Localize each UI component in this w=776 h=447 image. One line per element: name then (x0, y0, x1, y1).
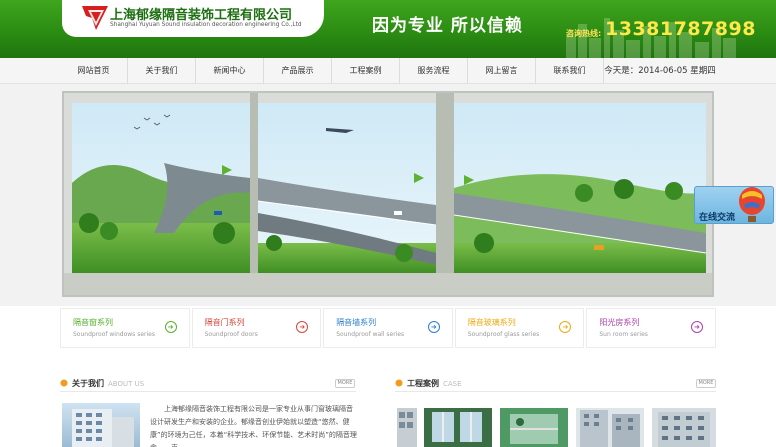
cases-section-title: 工程案例 CASE (395, 378, 462, 389)
nav-item-service[interactable]: 服务流程 (400, 58, 468, 84)
nav-item-message[interactable]: 网上留言 (468, 58, 536, 84)
company-name-en: Shanghai Yuyuan Sound insulation decorat… (110, 22, 302, 28)
product-card-doors[interactable]: 隔音门系列 Soundproof doors ➜ (191, 308, 322, 348)
case-thumbnail[interactable] (424, 408, 492, 447)
case-image-apartments (576, 408, 644, 447)
cases-title: 工程案例 (407, 379, 439, 388)
slogan: 因为专业 所以信赖 (372, 16, 523, 36)
cases-title-en: CASE (443, 380, 462, 388)
case-image-balcony (500, 408, 568, 447)
product-card-wall[interactable]: 隔音墙系列 Soundproof wall series ➜ (323, 308, 453, 348)
hotline-number: 13381787898 (605, 18, 756, 40)
product-subtitle: Soundproof glass series (467, 331, 540, 338)
company-name-cn: 上海郁缘隔音装饰工程有限公司 (110, 8, 293, 23)
main-nav: 网站首页 关于我们 新闻中心 产品展示 工程案例 服务流程 网上留言 联系我们 … (0, 58, 776, 84)
product-title: 隔音墙系列 (336, 318, 377, 327)
online-chat-label: 在线交流 (699, 213, 736, 223)
case-thumbnail[interactable] (397, 408, 417, 447)
product-card-windows[interactable]: 隔音窗系列 Soundproof windows series ➜ (60, 308, 190, 348)
arrow-right-icon[interactable]: ➜ (690, 321, 703, 333)
product-title: 阳光房系列 (599, 318, 640, 327)
cases-divider (395, 391, 716, 392)
case-thumbnail[interactable] (576, 408, 644, 447)
site-header: 上海郁缘隔音装饰工程有限公司 Shanghai Yuyuan Sound ins… (0, 0, 776, 58)
case-image-partial (397, 408, 417, 447)
arrow-right-icon[interactable]: ➜ (427, 321, 440, 333)
banner-image (64, 93, 712, 295)
nav-item-products[interactable]: 产品展示 (264, 58, 332, 84)
about-title-en: ABOUT US (108, 380, 145, 388)
product-categories: 隔音窗系列 Soundproof windows series ➜ 隔音门系列 … (60, 308, 716, 348)
online-chat-button[interactable]: 在线交流 (694, 186, 774, 224)
product-title: 隔音门系列 (204, 318, 245, 327)
case-thumbnail[interactable] (500, 408, 568, 447)
case-thumbnail[interactable] (652, 408, 720, 447)
about-more-button[interactable]: MORE (335, 379, 355, 388)
arrow-right-icon[interactable]: ➜ (559, 321, 572, 333)
hotline-label: 咨询热线: (566, 29, 602, 38)
about-building-image (62, 403, 140, 447)
current-date: 今天是：2014-06-05 星期四 (604, 66, 716, 76)
logo-mark-icon (82, 6, 108, 30)
product-subtitle: Soundproof doors (204, 331, 258, 338)
section-bullet-icon (395, 379, 403, 387)
cases-more-button[interactable]: MORE (696, 379, 716, 388)
arrow-right-icon[interactable]: ➜ (164, 321, 177, 333)
product-card-sunroom[interactable]: 阳光房系列 Sun room series ➜ (586, 308, 716, 348)
nav-item-about[interactable]: 关于我们 (128, 58, 196, 84)
arrow-right-icon[interactable]: ➜ (296, 321, 309, 333)
building-image (72, 409, 134, 447)
about-title: 关于我们 (72, 379, 104, 388)
logo[interactable]: 上海郁缘隔音装饰工程有限公司 Shanghai Yuyuan Sound ins… (62, 0, 324, 37)
banner-slide[interactable] (62, 91, 714, 297)
nav-item-home[interactable]: 网站首页 (60, 58, 128, 84)
product-subtitle: Soundproof wall series (336, 331, 405, 338)
about-section-title: 关于我们 ABOUT US (60, 378, 144, 389)
product-card-glass[interactable]: 隔音玻璃系列 Soundproof glass series ➜ (454, 308, 585, 348)
product-title: 隔音窗系列 (73, 318, 113, 327)
about-description: 上海郁缘隔音装饰工程有限公司是一家专业从事门窗玻璃隔音设计研发生产和安装的企业。… (150, 405, 357, 447)
case-image-room (424, 408, 492, 447)
product-title: 隔音玻璃系列 (467, 318, 516, 327)
case-image-highrise (652, 408, 716, 447)
nav-item-contact[interactable]: 联系我们 (536, 58, 604, 84)
product-subtitle: Sun room series (599, 331, 648, 338)
nav-item-news[interactable]: 新闻中心 (196, 58, 264, 84)
nav-item-cases[interactable]: 工程案例 (332, 58, 400, 84)
product-subtitle: Soundproof windows series (73, 331, 155, 338)
section-bullet-icon (60, 379, 68, 387)
about-divider (60, 391, 356, 392)
hot-air-balloon-icon (739, 187, 765, 222)
